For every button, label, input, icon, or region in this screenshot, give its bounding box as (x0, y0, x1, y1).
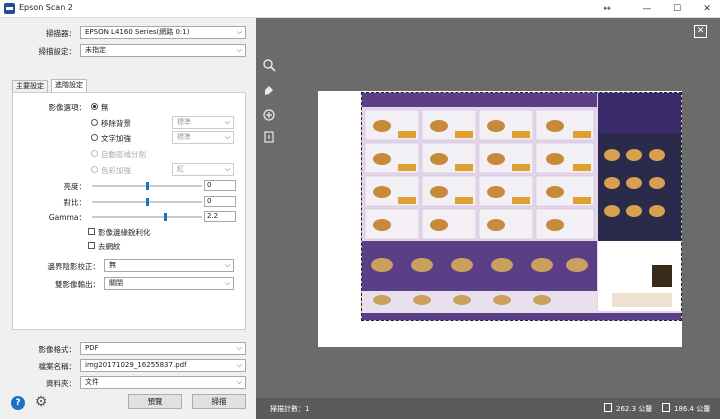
gamma-input[interactable]: 2.2 (204, 211, 236, 222)
radio-auto-area-segmentation[interactable] (91, 150, 98, 157)
unsharp-mask-checkbox[interactable] (88, 228, 95, 235)
rotate-icon[interactable] (262, 84, 276, 98)
text-enhance-value: 標準 (177, 133, 191, 141)
scan-settings-label: 掃描設定： (38, 47, 77, 56)
radio-none[interactable] (91, 103, 98, 110)
copy-area-icon[interactable] (262, 130, 276, 144)
chevron-down-icon: ⌵ (224, 133, 230, 141)
window-title: Epson Scan 2 (19, 3, 73, 12)
text-enhance-select[interactable]: 標準 ⌵ (172, 131, 234, 144)
descreening-checkbox[interactable] (88, 242, 95, 249)
folder-select[interactable]: 文件 ⌵ (80, 376, 246, 389)
contrast-slider-thumb[interactable] (146, 198, 149, 206)
width-value: 262.3 公釐 (616, 405, 653, 413)
file-name-value: img20171029_16255837.pdf (85, 361, 187, 369)
edge-fill-select[interactable]: 無 ⌵ (104, 259, 234, 272)
gamma-label: Gamma： (48, 213, 86, 222)
scanned-image[interactable] (361, 92, 682, 321)
chevron-down-icon: ⌵ (224, 165, 230, 173)
close-button[interactable]: ✕ (692, 0, 720, 18)
remove-background-select[interactable]: 標準 ⌵ (172, 116, 234, 129)
title-bar: Epson Scan 2 ↔ — ☐ ✕ (0, 0, 720, 18)
maximize-button[interactable]: ☐ (662, 0, 692, 18)
scan-count: 掃描計數：1 (270, 405, 310, 413)
scanner-label: 掃描器： (46, 29, 76, 38)
height-value: 186.4 公釐 (674, 405, 711, 413)
add-area-icon[interactable] (262, 108, 276, 122)
scan-settings-value: 未指定 (85, 46, 106, 54)
tab-advanced-settings[interactable]: 進階設定 (51, 79, 87, 92)
gear-icon[interactable]: ⚙ (33, 394, 49, 410)
folder-value: 文件 (85, 378, 99, 386)
edge-fill-label: 邊界陰影校正： (47, 262, 101, 271)
color-enhance-value: 紅 (177, 165, 184, 173)
chevron-down-icon: ⌵ (236, 46, 242, 54)
height-icon (662, 403, 670, 412)
chevron-down-icon: ⌵ (224, 261, 230, 269)
status-bar: 掃描計數：1 262.3 公釐 186.4 公釐 (256, 398, 720, 419)
contrast-label: 對比： (63, 198, 87, 207)
edge-fill-value: 無 (109, 261, 116, 269)
gamma-slider-thumb[interactable] (163, 213, 167, 221)
option-color-enhance-label: 色彩加強 (101, 166, 131, 175)
brightness-slider-thumb[interactable] (146, 182, 149, 190)
contrast-input[interactable]: 0 (204, 196, 236, 207)
option-auto-area-label: 自動區域分割 (101, 150, 146, 159)
help-icon[interactable]: ? (11, 396, 25, 410)
chevron-down-icon: ⌵ (236, 378, 242, 386)
pin-icon[interactable]: ↔ (592, 0, 622, 18)
remove-background-value: 標準 (177, 118, 191, 126)
chevron-down-icon: ⌵ (236, 344, 242, 352)
image-format-select[interactable]: PDF ⌵ (80, 342, 246, 355)
scan-settings-select[interactable]: 未指定 ⌵ (80, 44, 246, 57)
tab-main-settings[interactable]: 主要設定 (12, 80, 48, 92)
chevron-down-icon: ⌵ (236, 28, 242, 36)
file-name-select[interactable]: img20171029_16255837.pdf ⌵ (80, 359, 246, 372)
file-name-label: 檔案名稱： (38, 362, 77, 371)
minimize-button[interactable]: — (632, 0, 662, 18)
option-none-label: 無 (101, 103, 109, 112)
option-remove-background-label: 移除背景 (101, 119, 131, 128)
dual-output-value: 關閉 (109, 279, 123, 287)
radio-color-enhance[interactable] (91, 166, 98, 173)
width-icon (604, 403, 612, 412)
scan-button[interactable]: 掃描 (192, 394, 246, 409)
gamma-slider-track[interactable] (92, 216, 202, 218)
scanner-select[interactable]: EPSON L4160 Series(網路 0:1) ⌵ (80, 26, 246, 39)
zoom-icon[interactable] (262, 58, 276, 72)
app-icon (4, 3, 15, 14)
chevron-down-icon: ⌵ (224, 279, 230, 287)
chevron-down-icon: ⌵ (224, 118, 230, 126)
image-option-label: 影像選項： (48, 103, 87, 112)
radio-remove-background[interactable] (91, 119, 98, 126)
scanner-value: EPSON L4160 Series(網路 0:1) (85, 28, 190, 36)
brightness-input[interactable]: 0 (204, 180, 236, 191)
dual-output-label: 雙影像輸出： (55, 280, 100, 289)
image-format-label: 影像格式： (38, 345, 77, 354)
preview-button[interactable]: 預覽 (128, 394, 182, 409)
color-enhance-select[interactable]: 紅 ⌵ (172, 163, 234, 176)
folder-label: 資料夾： (46, 379, 76, 388)
unsharp-mask-label: 影像邊緣銳利化 (98, 228, 151, 237)
radio-text-enhance[interactable] (91, 134, 98, 141)
brightness-label: 亮度： (63, 182, 87, 191)
image-format-value: PDF (85, 344, 99, 352)
option-text-enhance-label: 文字加強 (101, 134, 131, 143)
close-preview-icon[interactable]: ✕ (694, 25, 707, 38)
dual-output-select[interactable]: 關閉 ⌵ (104, 277, 234, 290)
descreening-label: 去網紋 (98, 242, 121, 251)
chevron-down-icon: ⌵ (236, 361, 242, 369)
